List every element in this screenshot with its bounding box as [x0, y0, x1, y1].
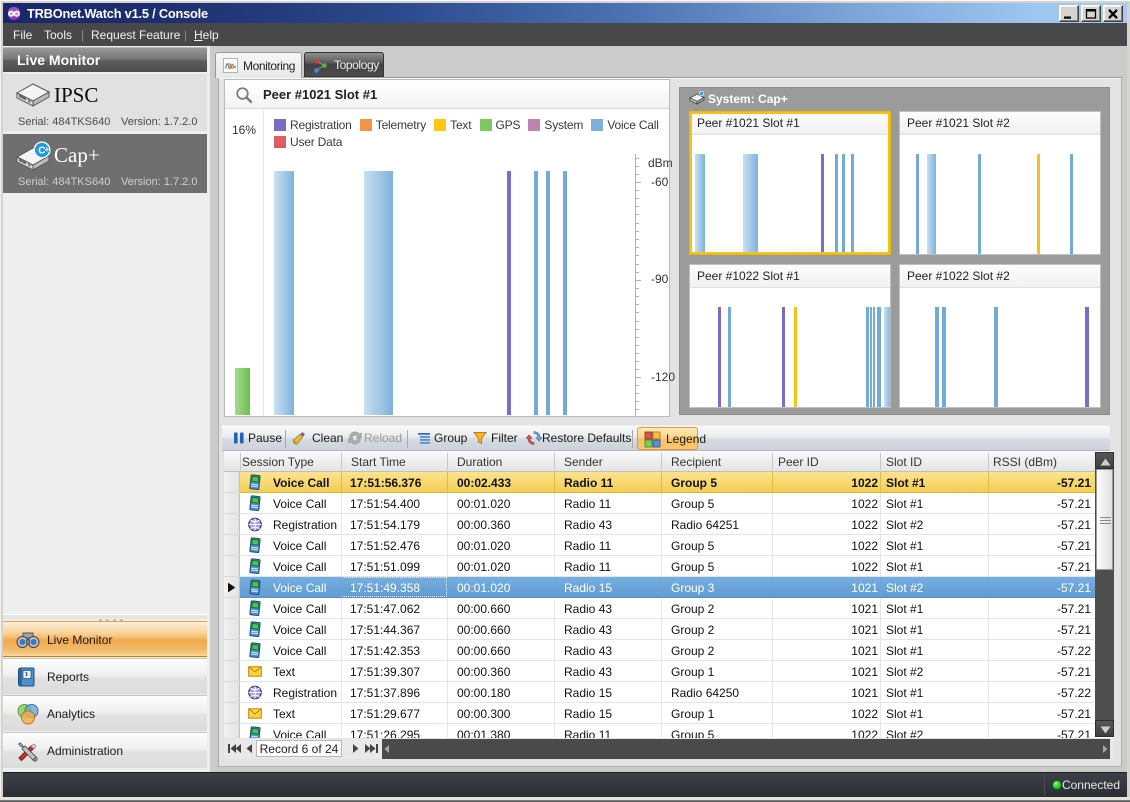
svg-text:+: + [45, 145, 50, 154]
